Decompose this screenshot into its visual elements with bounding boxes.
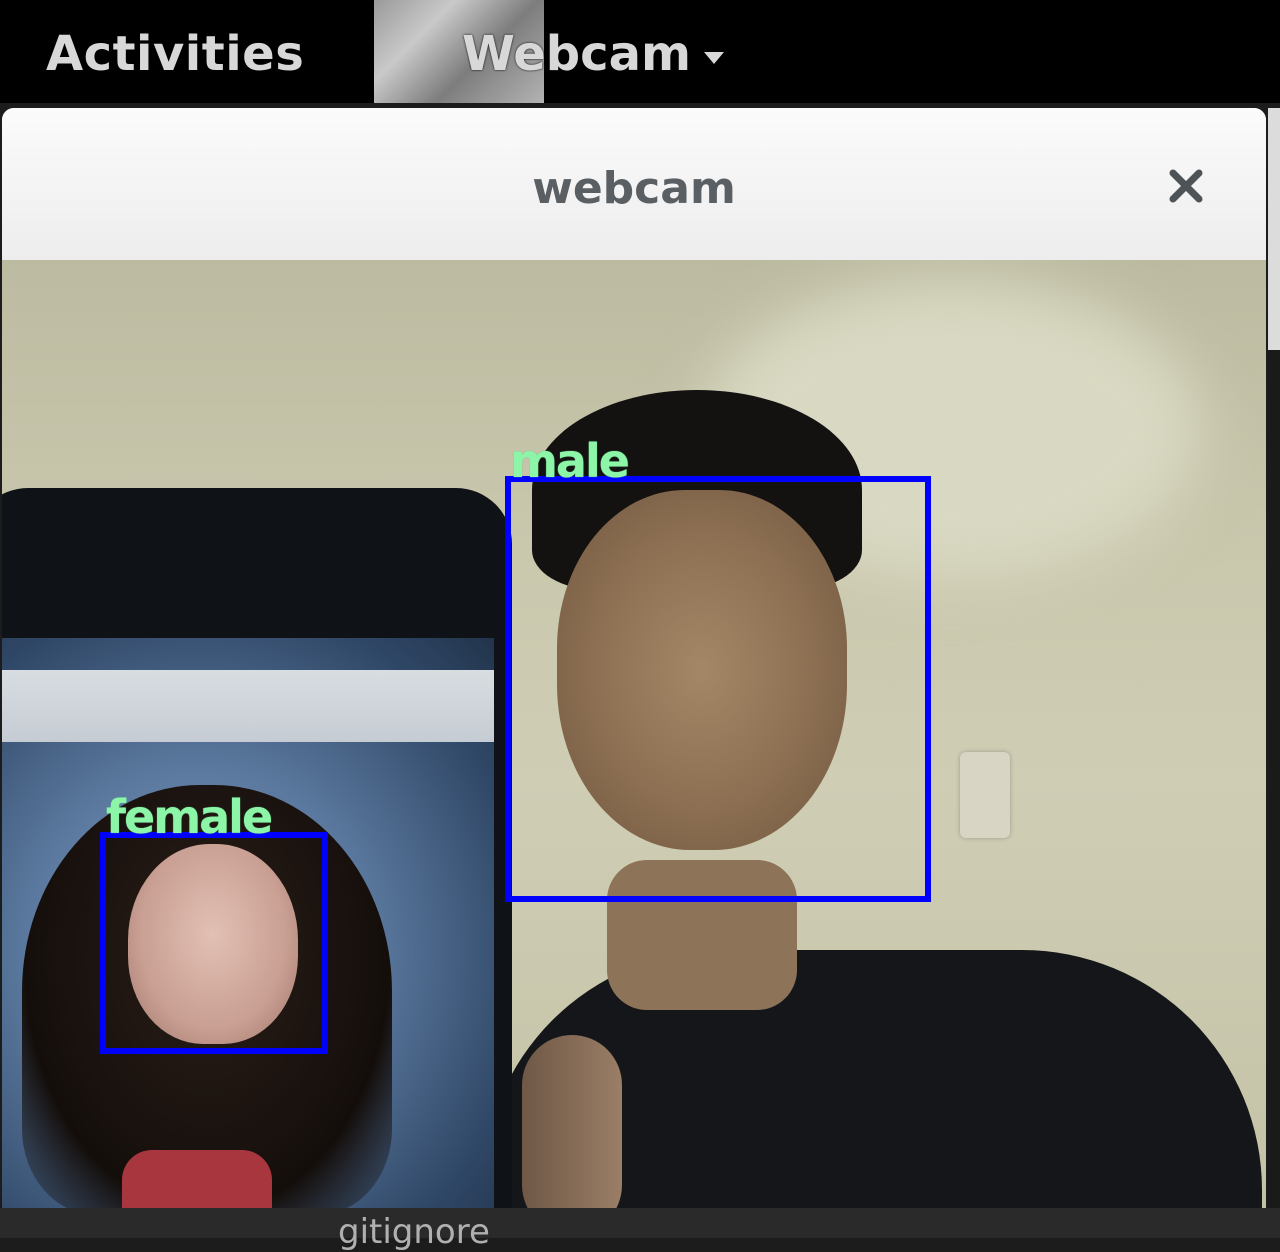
light-switch [960, 752, 1010, 838]
top-bar: Activities Webcam [0, 0, 1280, 103]
desktop-edge [1268, 108, 1280, 1208]
detection-box-male [505, 476, 931, 902]
close-button[interactable] [1160, 160, 1212, 212]
detection-label-male: male [510, 434, 630, 488]
thumb [522, 1035, 622, 1208]
phone-url-bar [2, 670, 494, 742]
detection-box-female [100, 832, 328, 1054]
webcam-video-frame: male female [2, 260, 1266, 1208]
webcam-window: webcam male female [2, 108, 1266, 1208]
activities-button[interactable]: Activities [46, 26, 304, 82]
window-titlebar[interactable]: webcam [2, 108, 1266, 261]
close-icon [1169, 169, 1203, 203]
bottom-strip [0, 1208, 1280, 1238]
detection-label-female: female [106, 790, 273, 844]
app-menu-label[interactable]: Webcam [462, 26, 691, 82]
woman-shirt [122, 1150, 272, 1208]
triangle-down-icon[interactable] [704, 52, 724, 64]
bottom-text: gitignore [338, 1212, 490, 1252]
window-title: webcam [532, 163, 736, 214]
